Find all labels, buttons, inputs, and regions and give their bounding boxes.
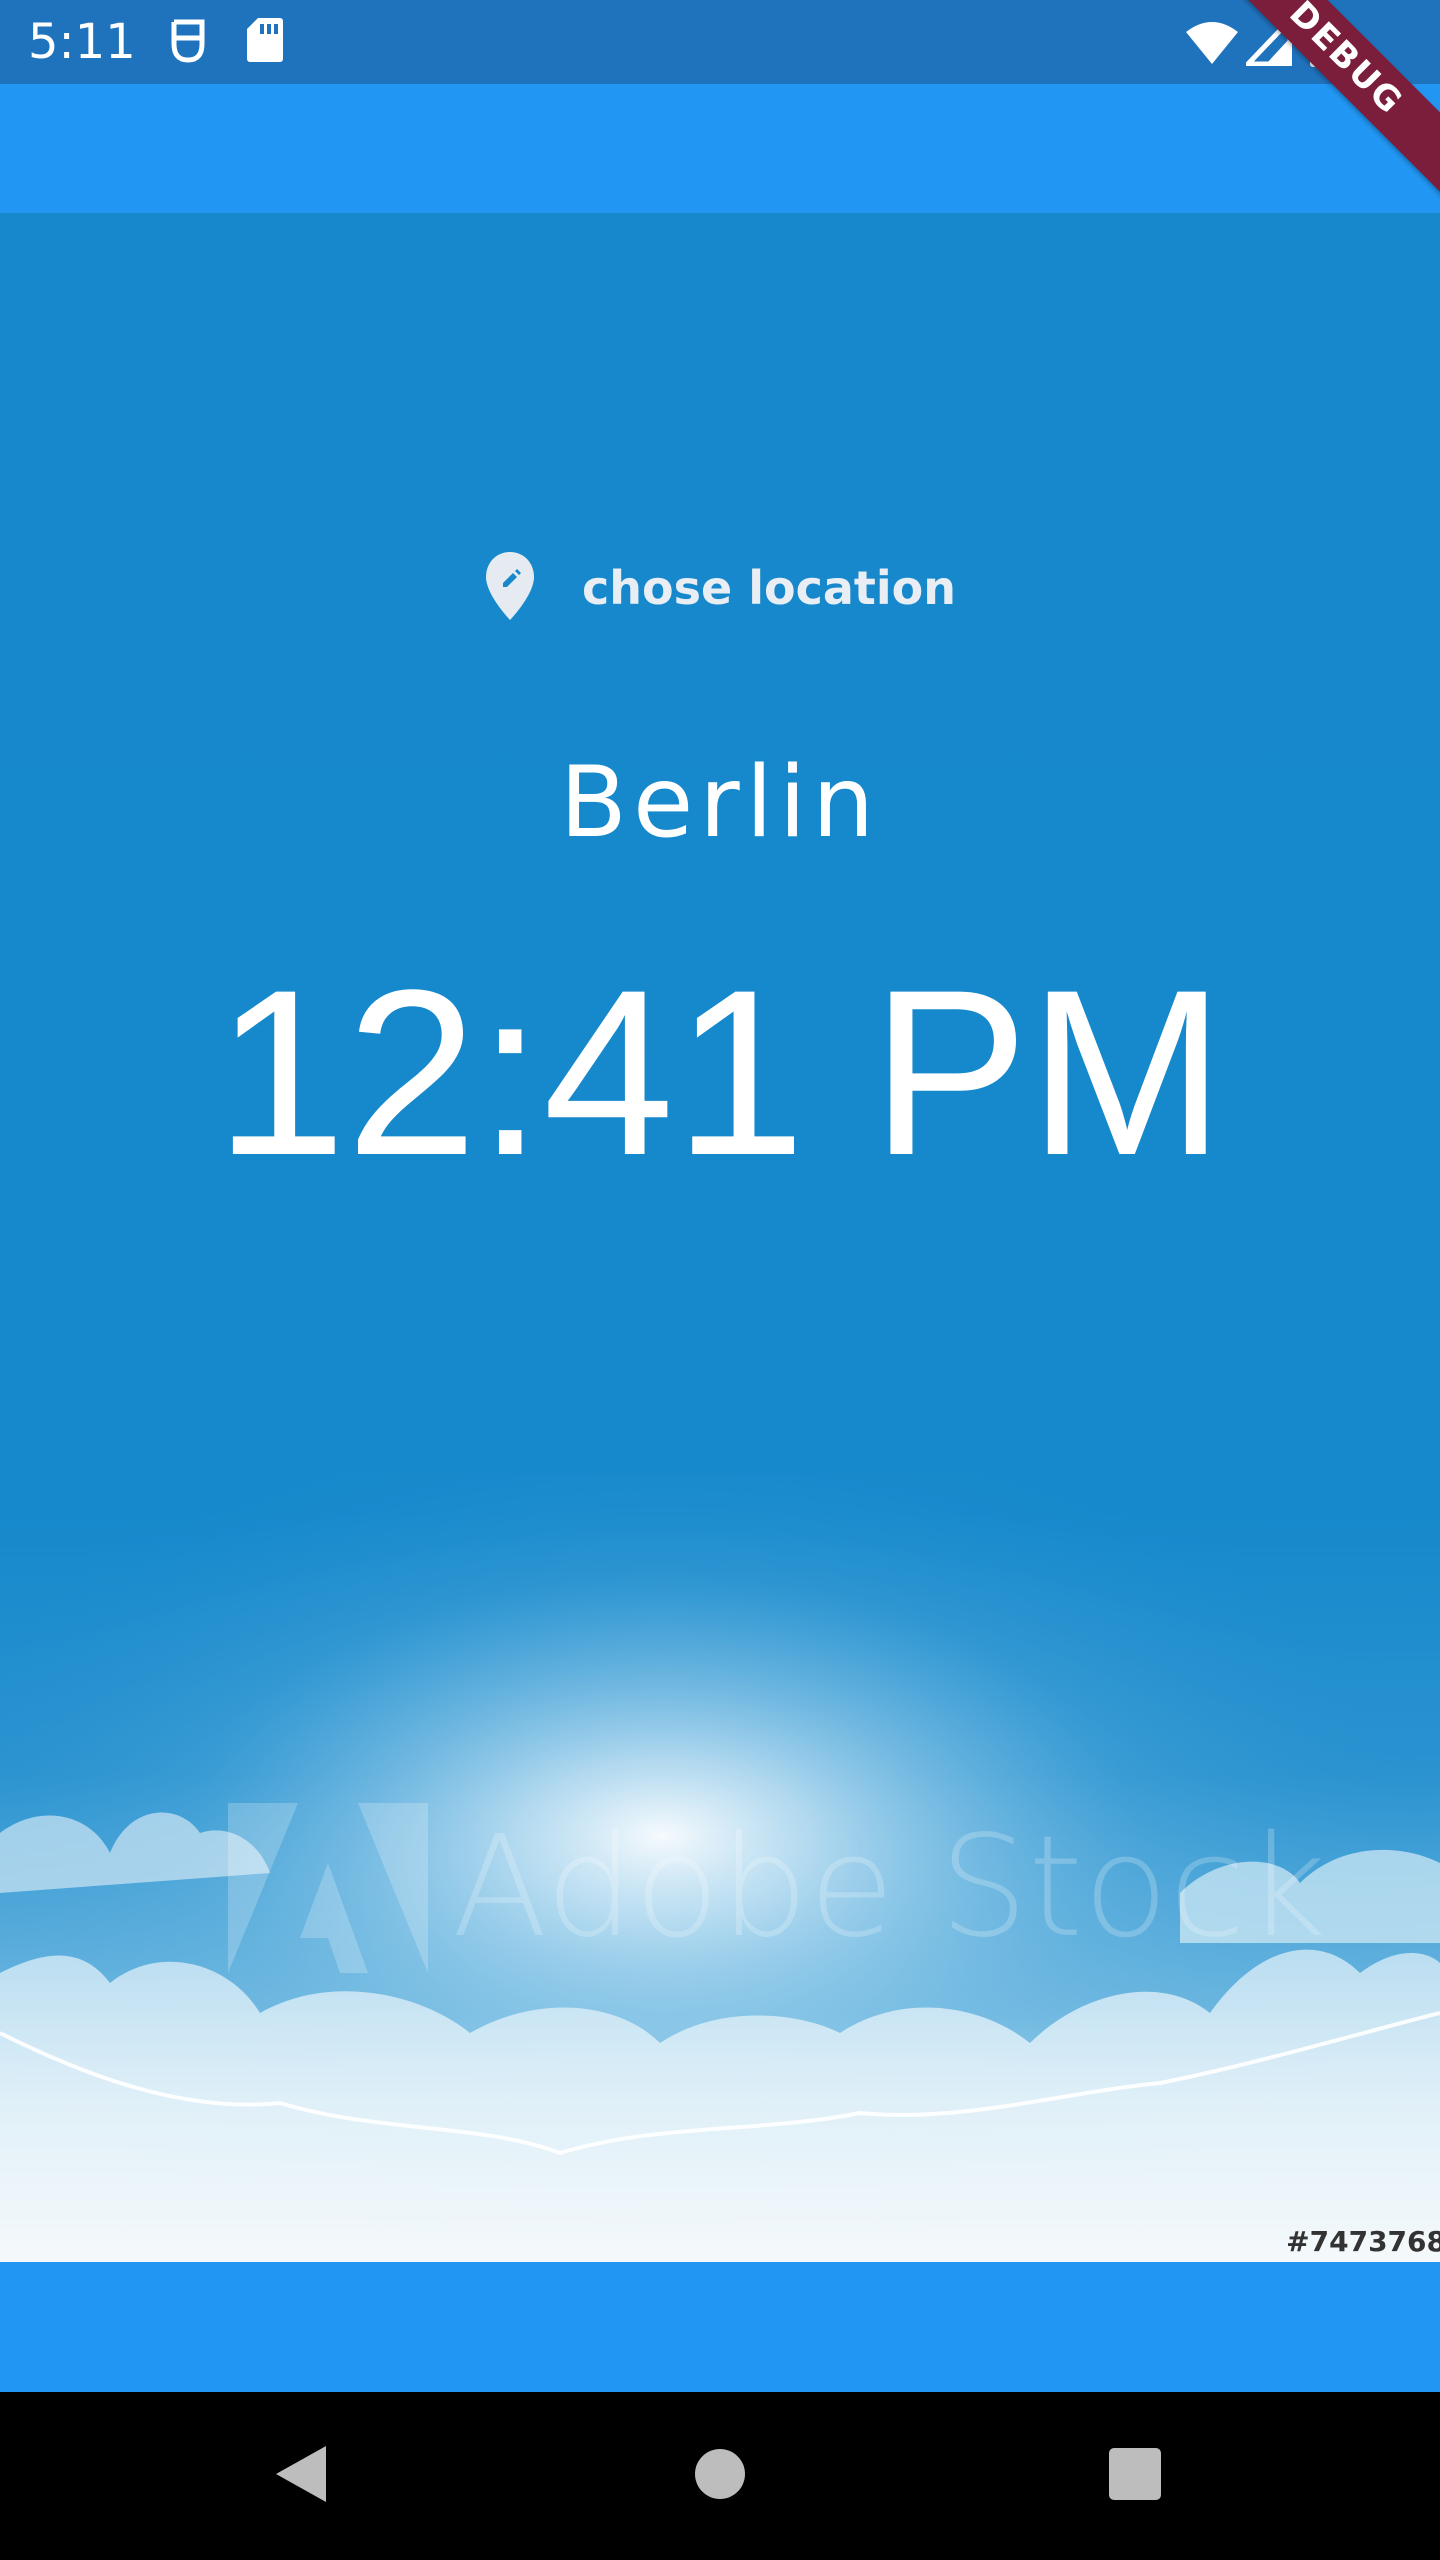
- status-bar: 5:11: [0, 0, 1440, 84]
- adobe-logo-icon: [228, 1803, 428, 1973]
- choose-location-button[interactable]: chose location: [0, 548, 1440, 628]
- local-time: 12:41 PM: [214, 941, 1226, 1205]
- status-time: 5:11: [28, 14, 136, 70]
- face-mask-icon: [168, 16, 208, 73]
- choose-location-label: chose location: [582, 561, 956, 615]
- navigation-bar: [0, 2392, 1440, 2560]
- city-name: Berlin: [559, 746, 881, 860]
- main-content: Adobe Stock #7473768 chose location Berl…: [0, 213, 1440, 2262]
- bottom-bar: [0, 2262, 1440, 2392]
- watermark-text: Adobe Stock: [452, 1806, 1327, 1969]
- sd-card-icon: [246, 16, 284, 69]
- stock-id: #7473768: [1286, 2225, 1440, 2258]
- wifi-icon: [1184, 20, 1240, 71]
- stock-watermark: Adobe Stock: [228, 1803, 1327, 1973]
- app-bar: [0, 84, 1440, 213]
- home-icon[interactable]: [694, 2448, 746, 2505]
- edit-location-icon: [484, 550, 536, 627]
- recents-icon[interactable]: [1109, 2448, 1161, 2505]
- back-icon[interactable]: [274, 2444, 328, 2509]
